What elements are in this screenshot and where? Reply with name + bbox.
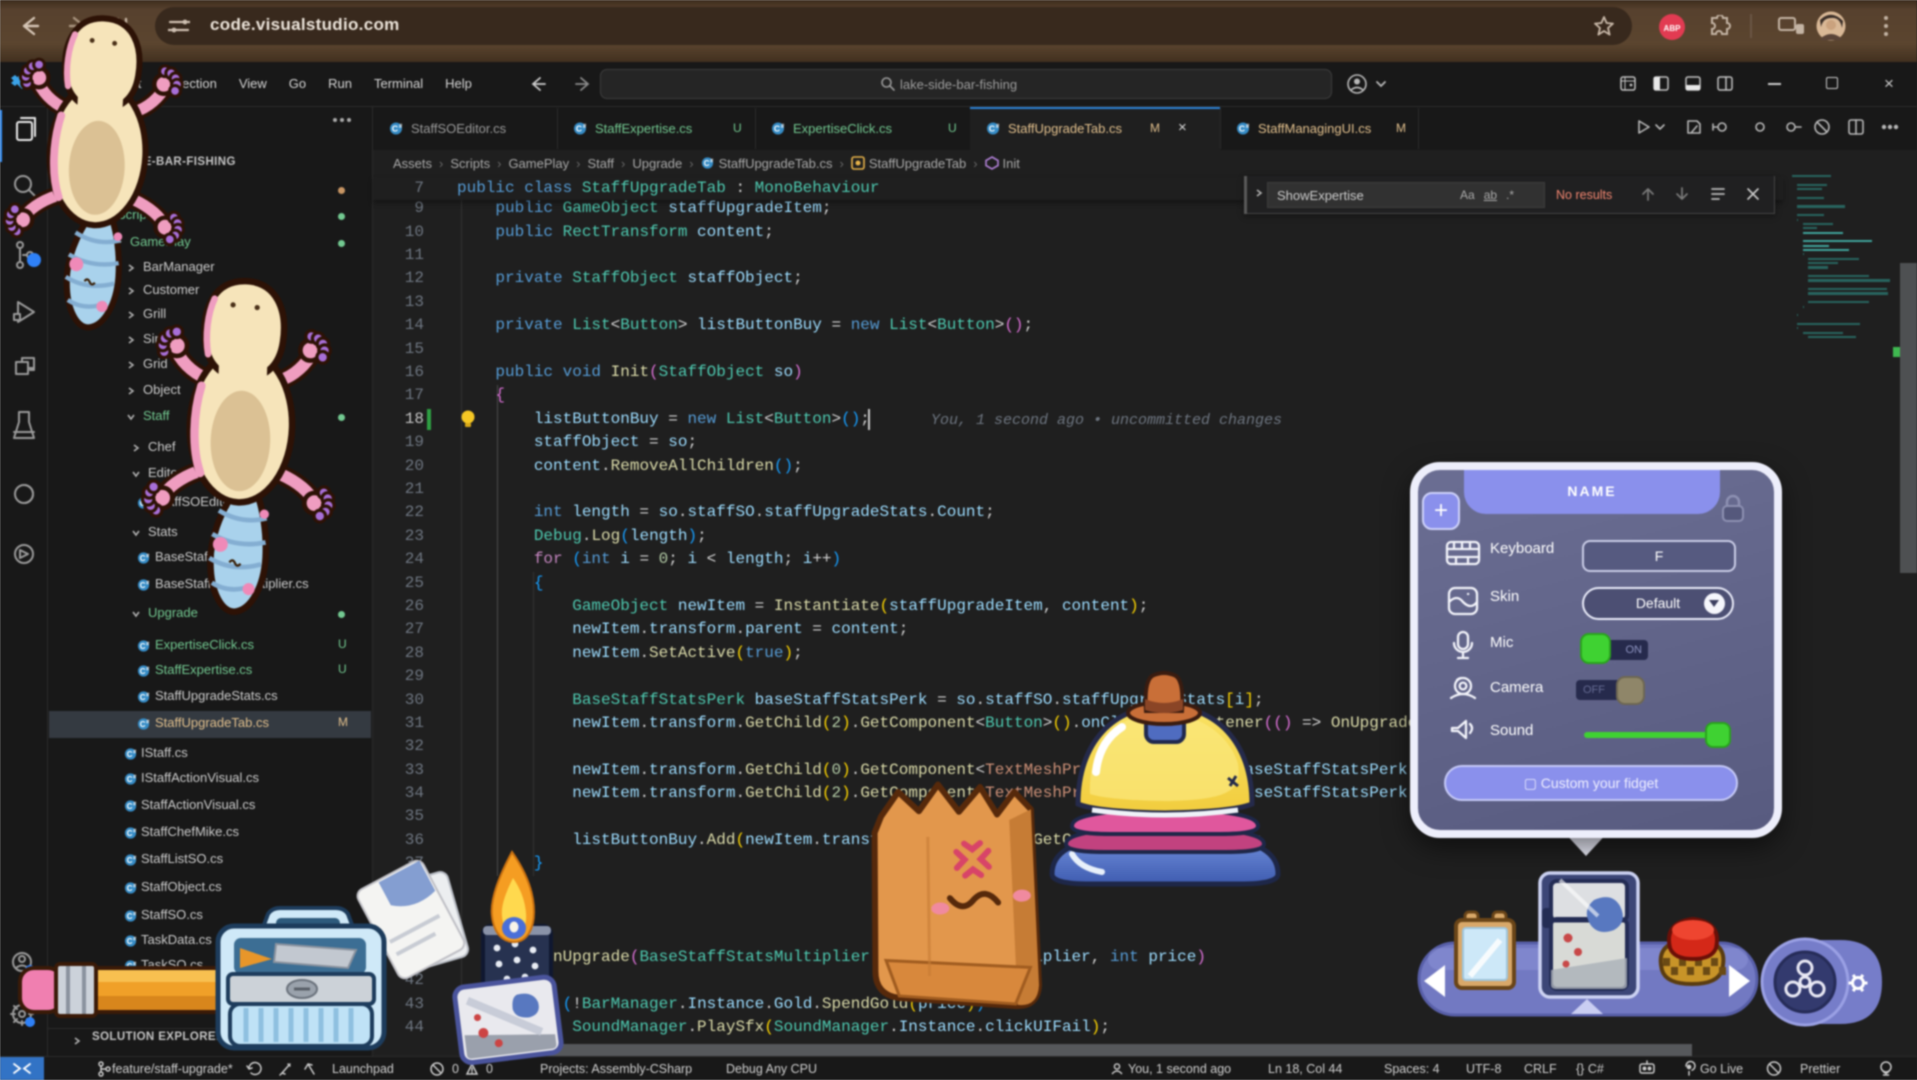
svg-text:#: # xyxy=(583,124,587,130)
svg-text:C: C xyxy=(140,499,146,508)
svg-text:C: C xyxy=(140,581,146,590)
svg-text:#: # xyxy=(399,124,403,130)
svg-text:#: # xyxy=(146,554,150,560)
svg-text:ABP: ABP xyxy=(1664,24,1682,33)
svg-text:#: # xyxy=(1246,124,1250,130)
svg-text:C: C xyxy=(392,124,398,134)
svg-text:C: C xyxy=(140,667,146,676)
svg-text:C: C xyxy=(127,884,133,893)
svg-text:C: C xyxy=(127,962,133,971)
svg-text:C: C xyxy=(127,750,133,759)
svg-text:#: # xyxy=(146,667,150,673)
svg-text:C: C xyxy=(703,159,709,168)
svg-text:C: C xyxy=(140,693,146,702)
svg-text:C: C xyxy=(127,937,133,946)
svg-text:#: # xyxy=(146,499,150,505)
svg-text:C: C xyxy=(127,802,133,811)
svg-text:C: C xyxy=(576,124,582,134)
svg-text:#: # xyxy=(133,775,137,781)
svg-text:C: C xyxy=(1239,124,1245,134)
svg-text:#: # xyxy=(133,937,137,943)
svg-text:C: C xyxy=(140,554,146,563)
svg-text:C: C xyxy=(774,124,780,134)
svg-text:C: C xyxy=(140,642,146,651)
svg-text:#: # xyxy=(133,884,137,890)
svg-text:#: # xyxy=(781,124,785,130)
svg-text:C: C xyxy=(127,775,133,784)
svg-text:#: # xyxy=(133,829,137,835)
svg-text:#: # xyxy=(133,802,137,808)
svg-text:#: # xyxy=(710,159,714,165)
svg-text:C: C xyxy=(140,720,146,729)
svg-text:#: # xyxy=(133,962,137,968)
svg-text:#: # xyxy=(133,750,137,756)
svg-text:#: # xyxy=(996,124,1000,130)
svg-text:#: # xyxy=(146,693,150,699)
svg-text:#: # xyxy=(133,912,137,918)
svg-text:#: # xyxy=(146,720,150,726)
svg-text:#: # xyxy=(146,581,150,587)
svg-text:#: # xyxy=(133,856,137,862)
svg-text:#: # xyxy=(146,642,150,648)
svg-text:C: C xyxy=(127,829,133,838)
svg-text:C: C xyxy=(989,124,995,134)
svg-text:C: C xyxy=(127,912,133,921)
svg-text:C: C xyxy=(127,856,133,865)
